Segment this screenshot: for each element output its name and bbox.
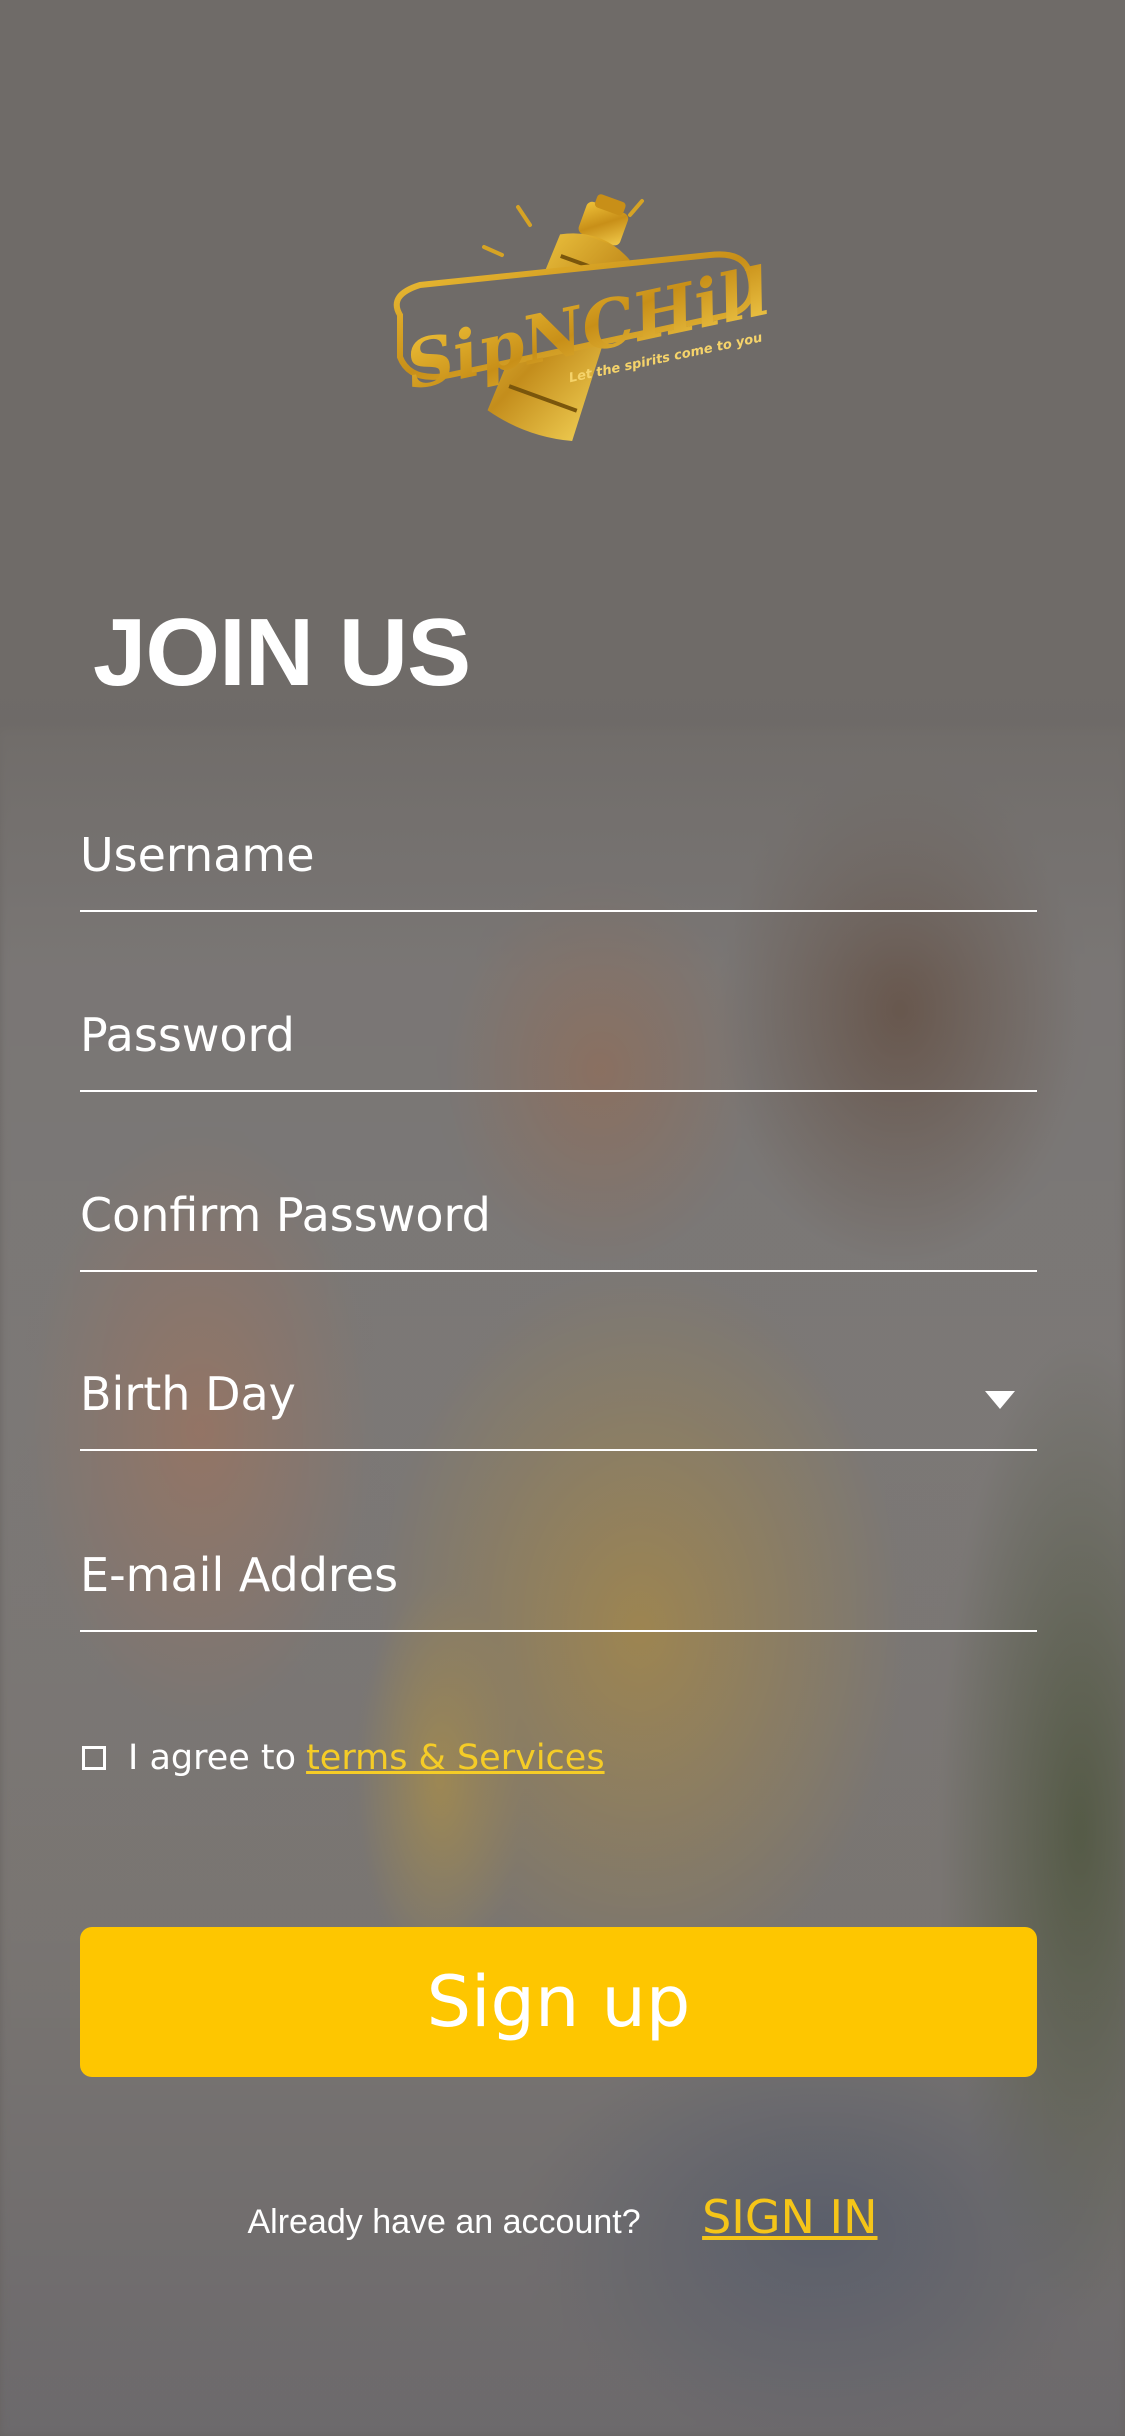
terms-checkbox[interactable] <box>82 1746 106 1770</box>
already-have-account-text: Already have an account? <box>247 2203 641 2241</box>
signup-screen: SipNCHill Let the spirits come to you JO… <box>0 0 1125 2436</box>
password-field[interactable]: Password <box>80 990 1037 1092</box>
signin-link[interactable]: SIGN IN <box>702 2190 877 2244</box>
email-placeholder: E-mail Addres <box>80 1548 399 1602</box>
sipnchill-logo: SipNCHill Let the spirits come to you <box>393 194 770 442</box>
confirm-password-field[interactable]: Confirm Password <box>80 1170 1037 1272</box>
birthday-placeholder: Birth Day <box>80 1367 296 1421</box>
birthday-select[interactable]: Birth Day <box>80 1349 1037 1451</box>
confirm-password-placeholder: Confirm Password <box>80 1188 491 1242</box>
terms-agreement: I agree to terms & Services <box>82 1738 605 1778</box>
username-placeholder: Username <box>80 828 315 882</box>
signup-button-label: Sign up <box>426 1961 691 2043</box>
email-field[interactable]: E-mail Addres <box>80 1530 1037 1632</box>
signup-button[interactable]: Sign up <box>80 1927 1037 2077</box>
terms-link[interactable]: terms & Services <box>306 1738 605 1778</box>
password-placeholder: Password <box>80 1008 295 1062</box>
signin-prompt: Already have an account? SIGN IN <box>0 2190 1125 2244</box>
agree-prefix-text: I agree to <box>128 1738 297 1778</box>
dropdown-arrow-icon[interactable] <box>985 1391 1015 1409</box>
username-field[interactable]: Username <box>80 810 1037 912</box>
page-title: JOIN US <box>93 599 471 706</box>
